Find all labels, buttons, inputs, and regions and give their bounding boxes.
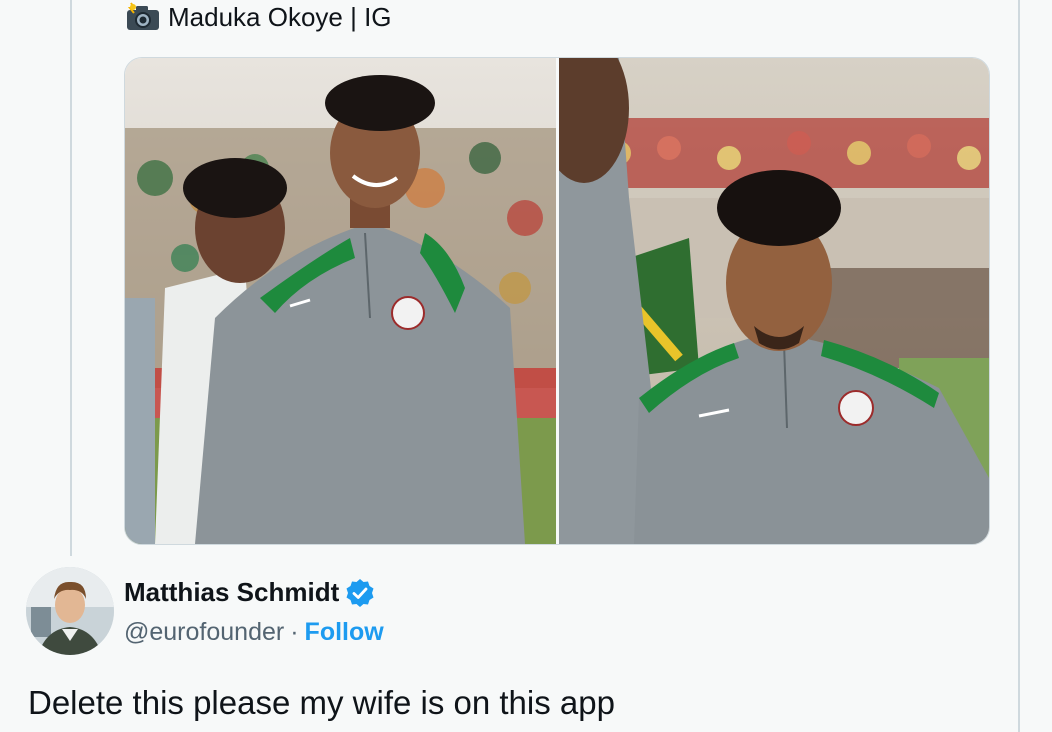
verified-badge-icon bbox=[345, 578, 375, 608]
player-photo-right[interactable] bbox=[559, 58, 989, 544]
quoted-author-line[interactable]: Maduka Okoye | IG bbox=[126, 0, 392, 34]
author-name[interactable]: Matthias Schmidt bbox=[124, 577, 339, 608]
tweet-card: Maduka Okoye | IG Matthias Schmidt @euro… bbox=[0, 0, 1020, 732]
quoted-author-name[interactable]: Maduka Okoye | IG bbox=[168, 2, 392, 33]
tweet-author: Matthias Schmidt @eurofounder · Follow bbox=[26, 567, 384, 655]
follow-button[interactable]: Follow bbox=[305, 618, 384, 647]
tweet-text: Delete this please my wife is on this ap… bbox=[28, 684, 615, 721]
avatar[interactable] bbox=[26, 567, 114, 655]
camera-flash-icon bbox=[126, 2, 160, 32]
author-handle[interactable]: @eurofounder bbox=[124, 618, 284, 647]
separator-dot: · bbox=[290, 618, 299, 646]
thread-line bbox=[70, 0, 72, 556]
player-photo-left[interactable] bbox=[125, 58, 556, 544]
media-grid bbox=[124, 57, 990, 545]
